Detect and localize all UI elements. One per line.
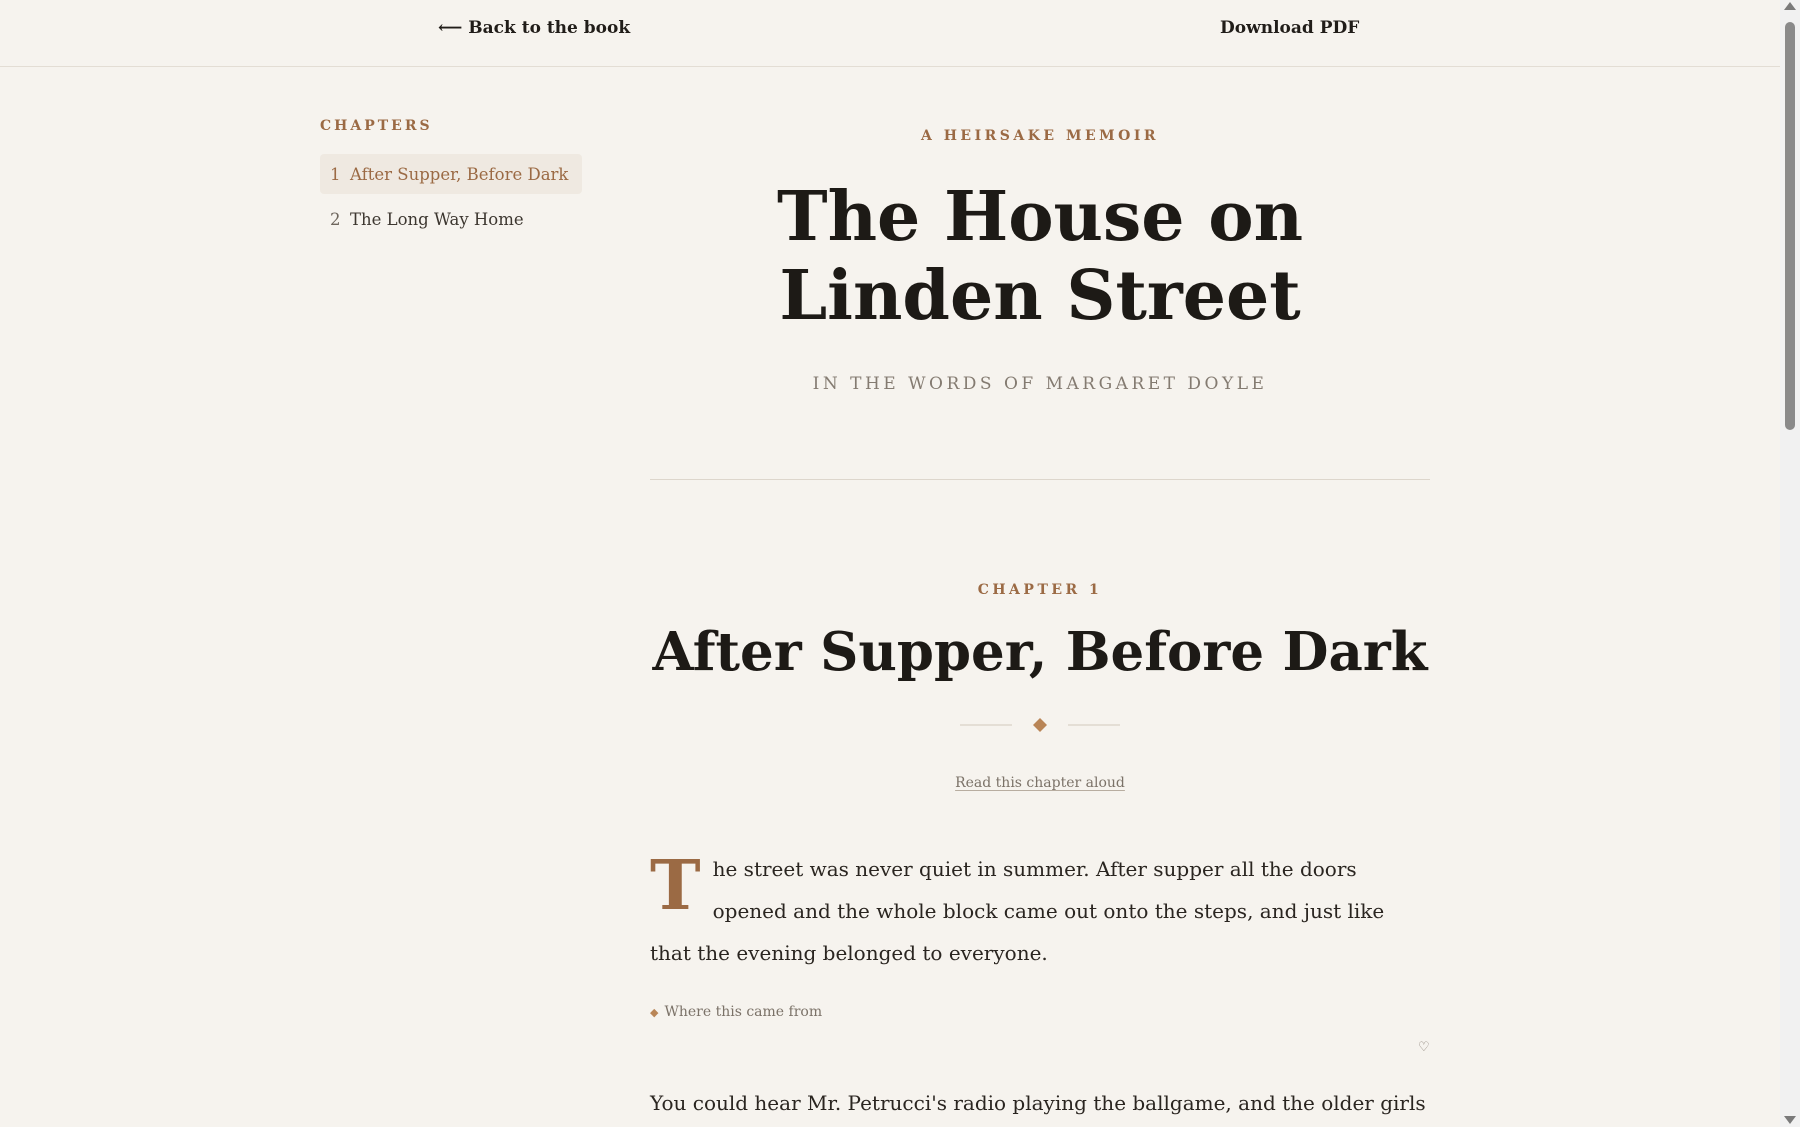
chapter-title: After Supper, Before Dark [652,621,1428,683]
top-nav-bar: ⟵ Back to the book Download PDF [0,0,1780,67]
vertical-scrollbar[interactable] [1780,0,1800,1127]
heart-icon[interactable]: ♡ [1418,1040,1430,1055]
chapter-eyebrow: CHAPTER 1 [977,582,1103,598]
chapters-heading: CHAPTERS [320,118,433,134]
book-title-line-2: Linden Street [779,256,1301,336]
chapter-number: 1 [330,164,341,184]
drop-cap: T [650,846,701,926]
sidebar-item-chapter-2[interactable]: 2 The Long Way Home [320,199,582,239]
section-divider [650,479,1430,480]
source-link-label: Where this came from [664,1004,823,1020]
book-byline: IN THE WORDS OF MARGARET DOYLE [812,374,1268,394]
chapter-paragraph: You could hear Mr. Petrucci's radio play… [650,1091,1426,1115]
chapters-sidebar: CHAPTERS 1 After Supper, Before Dark 2 T… [320,118,582,244]
book-title-line-1: The House on [776,177,1304,257]
paragraph-text: he street was never quiet in summer. Aft… [650,857,1385,965]
read-aloud-link[interactable]: Read this chapter aloud [955,775,1125,791]
chapter-label: After Supper, Before Dark [350,164,569,184]
scroll-down-arrow-icon[interactable] [1784,1116,1796,1124]
book-title: The House on Linden Street [650,178,1430,336]
back-to-book-link[interactable]: ⟵ Back to the book [438,18,630,38]
where-this-came-from-link[interactable]: ◆ Where this came from [650,1004,822,1020]
diamond-ornament-icon [960,718,1120,732]
chapter-number: 2 [330,209,341,229]
download-pdf-link[interactable]: Download PDF [1220,18,1359,38]
book-eyebrow: A HEIRSAKE MEMOIR [920,128,1160,144]
chapter-paragraph: The street was never quiet in summer. Af… [650,848,1430,974]
diamond-icon: ◆ [650,1006,659,1019]
scrollbar-thumb[interactable] [1785,22,1795,430]
scroll-up-arrow-icon[interactable] [1784,2,1796,10]
sidebar-item-chapter-1[interactable]: 1 After Supper, Before Dark [320,154,582,194]
read-aloud-link-wrap: Read this chapter aloud [650,775,1430,791]
chapter-label: The Long Way Home [350,209,524,229]
